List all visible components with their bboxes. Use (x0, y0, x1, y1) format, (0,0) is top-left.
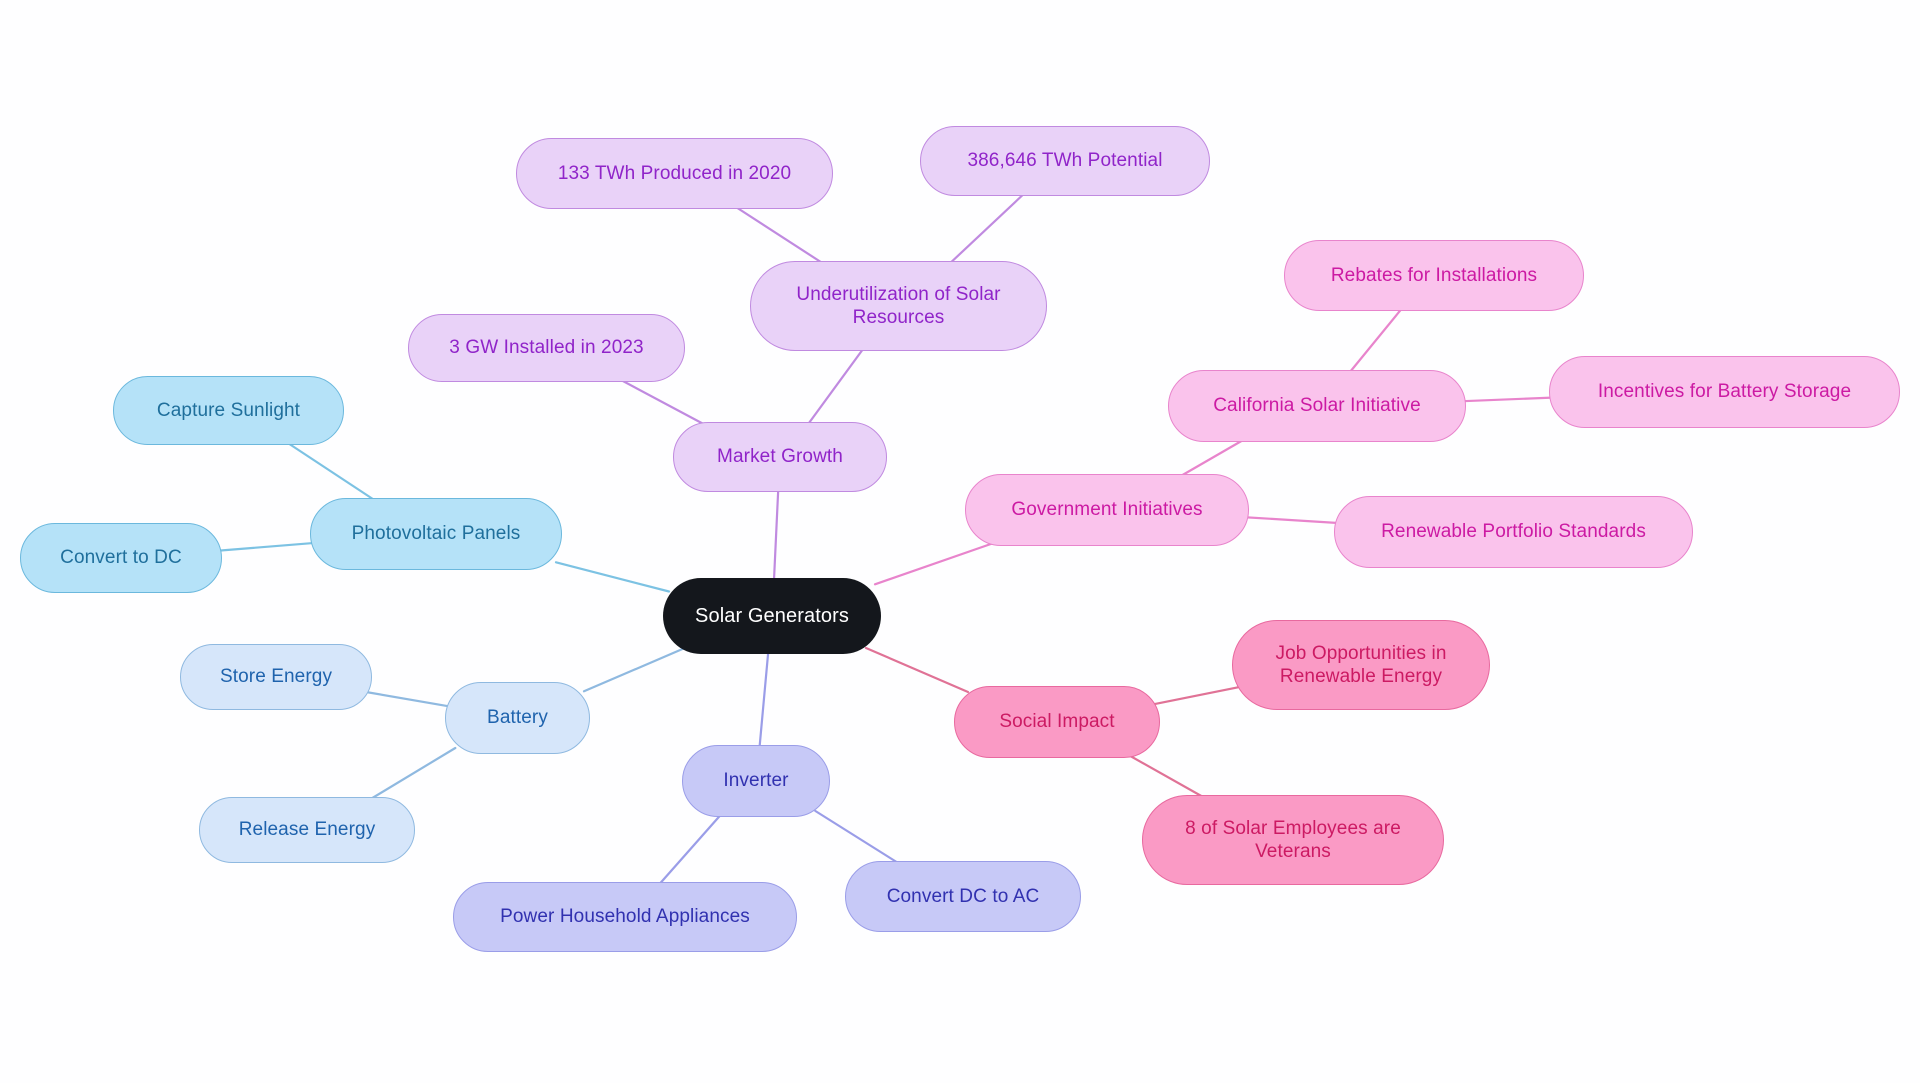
mind-map-edge (364, 690, 453, 708)
mind-map-node-government[interactable]: Government Initiatives (965, 474, 1249, 546)
mind-map-node-convertdc[interactable]: Convert to DC (20, 523, 222, 593)
mind-map-node-market[interactable]: Market Growth (673, 422, 887, 492)
mind-map-node-appliances[interactable]: Power Household Appliances (453, 882, 797, 952)
mind-map-node-label: Photovoltaic Panels (351, 523, 521, 545)
mind-map-node-convertac[interactable]: Convert DC to AC (845, 861, 1081, 932)
mind-map-node-root[interactable]: Solar Generators (663, 578, 881, 654)
mind-map-edge (612, 374, 713, 430)
mind-map-edge (280, 437, 382, 506)
mind-map-node-label: Job Opportunities in Renewable Energy (1275, 642, 1447, 687)
mind-map-node-inverter[interactable]: Inverter (682, 745, 830, 817)
mind-map-edge (944, 188, 1030, 269)
mind-map-edge (654, 809, 726, 890)
mind-map-node-label: Social Impact (999, 711, 1115, 733)
mind-map-node-label: Release Energy (238, 819, 376, 841)
mind-map-node-capture[interactable]: Capture Sunlight (113, 376, 344, 445)
mind-map-node-label: Convert DC to AC (886, 885, 1040, 907)
mind-map-node-rebates[interactable]: Rebates for Installations (1284, 240, 1584, 311)
mind-map-node-label: Battery (487, 707, 548, 729)
mind-map-node-label: Government Initiatives (1011, 499, 1203, 521)
mind-map-node-rps[interactable]: Renewable Portfolio Standards (1334, 496, 1693, 568)
mind-map-edge (772, 484, 780, 586)
mind-map-edge (1458, 396, 1557, 403)
mind-map-node-photovoltaic[interactable]: Photovoltaic Panels (310, 498, 562, 570)
mind-map-node-label: Solar Generators (695, 604, 849, 627)
mind-map-edge (814, 809, 906, 869)
mind-map-edge (728, 201, 830, 269)
mind-map-node-label: Store Energy (219, 666, 333, 688)
mind-map-node-label: 133 TWh Produced in 2020 (557, 162, 792, 184)
mind-map-node-casolar[interactable]: California Solar Initiative (1168, 370, 1466, 442)
mind-map-edge (1345, 303, 1406, 378)
mind-map-edge (1122, 750, 1212, 803)
mind-map-edge (1152, 686, 1240, 706)
mind-map-edge (363, 746, 457, 805)
mind-map-node-label: Power Household Appliances (500, 906, 750, 928)
mind-map-node-battery[interactable]: Battery (445, 682, 590, 754)
mind-map-edge (873, 538, 1004, 586)
mind-map-node-label: 3 GW Installed in 2023 (449, 337, 644, 359)
mind-map-edge (758, 646, 770, 753)
mind-map-edge (554, 561, 671, 593)
mind-map-edge (582, 646, 686, 693)
mind-map-edge (864, 646, 970, 694)
mind-map-node-label: 386,646 TWh Potential (967, 150, 1163, 172)
mind-map-node-incentives[interactable]: Incentives for Battery Storage (1549, 356, 1900, 428)
mind-map-node-veterans[interactable]: 8 of Solar Employees are Veterans (1142, 795, 1444, 885)
mind-map-node-twh386[interactable]: 386,646 TWh Potential (920, 126, 1210, 196)
mind-map-node-label: California Solar Initiative (1213, 395, 1421, 417)
mind-map-node-label: Capture Sunlight (156, 399, 301, 421)
mind-map-node-release[interactable]: Release Energy (199, 797, 415, 863)
mind-map-node-label: Underutilization of Solar Resources (796, 283, 1001, 328)
mind-map-node-label: Incentives for Battery Storage (1597, 381, 1852, 403)
mind-map-node-store[interactable]: Store Energy (180, 644, 372, 710)
mind-map-node-label: Inverter (723, 770, 789, 792)
mind-map-edge (804, 343, 868, 430)
mind-map-edge (1241, 515, 1342, 525)
mind-map-edge (214, 541, 318, 553)
mind-map-node-label: Convert to DC (60, 547, 182, 569)
mind-map-node-label: Rebates for Installations (1330, 264, 1538, 286)
mind-map-canvas: Photovoltaic Panels Capture Sunlight Conve… (0, 0, 1920, 1083)
mind-map-node-social[interactable]: Social Impact (954, 686, 1160, 758)
mind-map-node-label: 8 of Solar Employees are Veterans (1185, 817, 1401, 862)
mind-map-node-underutil[interactable]: Underutilization of Solar Resources (750, 261, 1047, 351)
mind-map-node-label: Renewable Portfolio Standards (1381, 521, 1646, 543)
mind-map-node-twh133[interactable]: 133 TWh Produced in 2020 (516, 138, 833, 209)
mind-map-node-jobs[interactable]: Job Opportunities in Renewable Energy (1232, 620, 1490, 710)
mind-map-node-label: Market Growth (717, 446, 843, 468)
mind-map-node-gw3[interactable]: 3 GW Installed in 2023 (408, 314, 685, 382)
